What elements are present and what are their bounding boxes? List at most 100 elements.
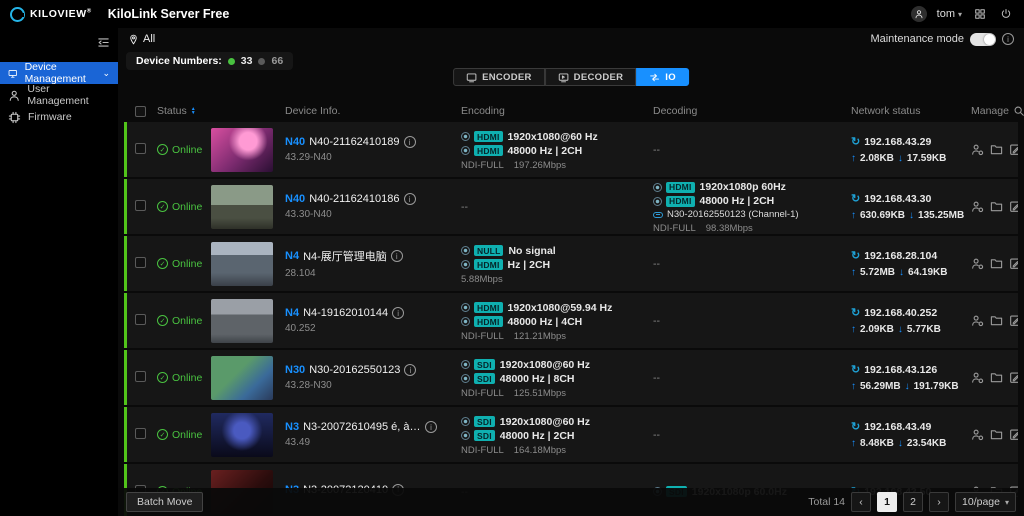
table-row: Online N4 N4-19162010144 40.252 HDMI1920… [124, 293, 1018, 348]
user-config-icon[interactable] [971, 428, 984, 441]
device-info-icon[interactable] [391, 250, 403, 262]
audio-source-icon [461, 260, 470, 269]
batch-move-button[interactable]: Batch Move [126, 492, 203, 512]
page-1-button[interactable]: 1 [877, 492, 897, 512]
user-avatar[interactable] [911, 6, 927, 22]
refresh-icon[interactable] [851, 363, 860, 376]
decoding-cell: HDMI1920x1080p 60HzHDMI48000 Hz | 2CHN30… [653, 179, 851, 234]
video-source-icon [461, 417, 470, 426]
tab-encoder[interactable]: ENCODER [453, 68, 545, 86]
page-2-button[interactable]: 2 [903, 492, 923, 512]
device-name: N40-21162410189 [309, 136, 399, 148]
row-checkbox[interactable] [135, 428, 146, 439]
maintenance-mode-toggle[interactable] [970, 33, 996, 46]
power-icon[interactable] [998, 6, 1014, 22]
device-info-icon[interactable] [404, 136, 416, 148]
refresh-icon[interactable] [851, 249, 860, 262]
device-info-icon[interactable] [425, 421, 437, 433]
tab-decoder[interactable]: DECODER [545, 68, 637, 86]
edit-icon[interactable] [1009, 143, 1018, 156]
refresh-icon[interactable] [851, 135, 860, 148]
sort-icon[interactable] [191, 107, 196, 115]
user-config-icon[interactable] [971, 200, 984, 213]
row-checkbox[interactable] [135, 314, 146, 325]
decoding-cell: -- [653, 315, 851, 327]
refresh-icon[interactable] [851, 306, 860, 319]
edit-icon[interactable] [1009, 371, 1018, 384]
empty-value: -- [653, 429, 660, 441]
total-count-label: Total 14 [808, 496, 845, 508]
sidebar-item-device-management[interactable]: Device Management [0, 62, 118, 84]
search-icon[interactable] [1013, 105, 1024, 117]
empty-value: -- [653, 315, 660, 327]
edit-icon[interactable] [1009, 257, 1018, 270]
row-checkbox[interactable] [135, 143, 146, 154]
video-format: 1920x1080@59.94 Hz [508, 302, 613, 314]
folder-icon[interactable] [990, 143, 1003, 156]
sidebar: Device Management User Management Firmwa… [0, 28, 118, 516]
user-menu[interactable]: tom [937, 8, 962, 20]
folder-icon[interactable] [990, 428, 1003, 441]
device-info-cell: N40 N40-21162410189 43.29-N40 [285, 136, 461, 163]
app-grid-icon[interactable] [972, 6, 988, 22]
bitrate-label: 5.88Mbps [461, 274, 503, 285]
chevron-down-icon [1005, 496, 1009, 508]
select-all-checkbox[interactable] [135, 106, 146, 117]
tab-label: DECODER [574, 72, 624, 83]
user-config-icon[interactable] [971, 371, 984, 384]
device-info-icon[interactable] [404, 364, 416, 376]
device-info-icon[interactable] [392, 307, 404, 319]
ip-address: 192.168.43.30 [864, 193, 931, 205]
network-status-cell: 192.168.43.126 56.29MB 191.79KB [851, 363, 971, 392]
sidebar-item-label: Firmware [28, 111, 72, 123]
folder-icon[interactable] [990, 314, 1003, 327]
info-icon[interactable] [1002, 33, 1014, 45]
pagination: Total 14 1 2 10/page [808, 492, 1016, 512]
row-checkbox[interactable] [135, 371, 146, 382]
audio-source-icon [461, 146, 470, 155]
audio-format: 48000 Hz | 4CH [508, 316, 583, 328]
edit-icon[interactable] [1009, 200, 1018, 213]
io-tab-icon [649, 72, 660, 83]
upload-value: 2.08KB [860, 153, 894, 164]
device-thumbnail [211, 128, 273, 172]
table-footer: Batch Move Total 14 1 2 10/page [118, 488, 1024, 516]
device-numbers-label: Device Numbers: [136, 55, 222, 67]
empty-value: -- [653, 144, 660, 156]
status-text: Online [172, 429, 202, 441]
user-config-icon[interactable] [971, 257, 984, 270]
next-page-button[interactable] [929, 492, 949, 512]
decoding-column-header: Decoding [653, 105, 697, 117]
online-status-icon [157, 144, 168, 155]
device-info-cell: N4 N4-19162010144 40.252 [285, 307, 461, 334]
edit-icon[interactable] [1009, 314, 1018, 327]
video-format: 1920x1080@60 Hz [500, 359, 590, 371]
device-name: N4-19162010144 [303, 307, 388, 319]
device-info-cell: N4 N4-展厅管理电脑 28.104 [285, 248, 461, 279]
refresh-icon[interactable] [851, 192, 860, 205]
prev-page-button[interactable] [851, 492, 871, 512]
row-checkbox[interactable] [135, 200, 146, 211]
edit-icon[interactable] [1009, 428, 1018, 441]
page-size-select[interactable]: 10/page [955, 492, 1016, 512]
location-filter[interactable]: All [128, 33, 155, 45]
status-text: Online [172, 315, 202, 327]
sidebar-item-firmware[interactable]: Firmware [0, 106, 118, 128]
folder-icon[interactable] [990, 257, 1003, 270]
user-config-icon[interactable] [971, 314, 984, 327]
refresh-icon[interactable] [851, 420, 860, 433]
folder-icon[interactable] [990, 371, 1003, 384]
folder-icon[interactable] [990, 200, 1003, 213]
ndi-mode-label: NDI-FULL [461, 331, 504, 342]
collapse-sidebar-icon[interactable] [97, 36, 110, 54]
sidebar-item-label: Device Management [25, 61, 96, 85]
user-config-icon[interactable] [971, 143, 984, 156]
device-info-icon[interactable] [404, 193, 416, 205]
sidebar-item-user-management[interactable]: User Management [0, 84, 118, 106]
upload-value: 56.29MB [860, 381, 901, 392]
encoder-tab-icon [466, 72, 477, 83]
download-icon [905, 381, 910, 392]
manage-cell [971, 143, 1018, 156]
tab-io[interactable]: IO [636, 68, 689, 86]
row-checkbox[interactable] [135, 257, 146, 268]
